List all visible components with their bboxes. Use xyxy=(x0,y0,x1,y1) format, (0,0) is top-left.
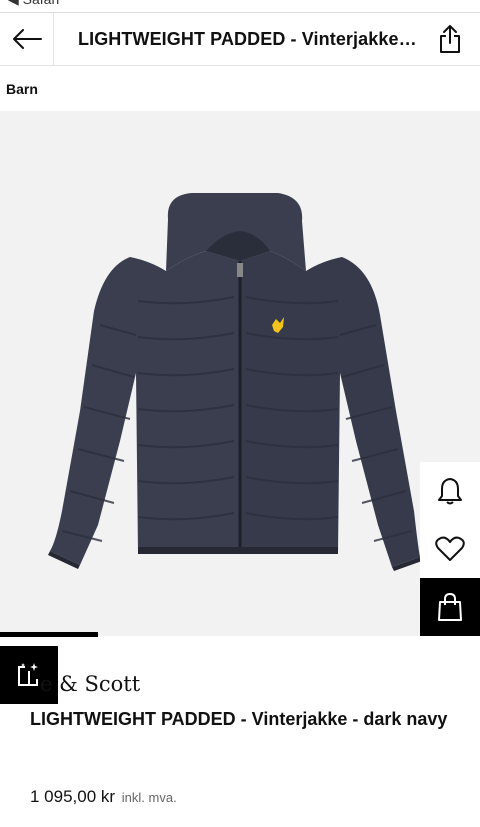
favorite-button[interactable] xyxy=(420,520,480,578)
notify-button[interactable] xyxy=(420,462,480,520)
page-title: LIGHTWEIGHT PADDED - Vinterjakke - dark … xyxy=(78,28,420,49)
compare-icon xyxy=(18,663,38,686)
back-to-safari[interactable]: ◀ Safari xyxy=(8,0,59,8)
product-name: LIGHTWEIGHT PADDED - Vinterjakke - dark … xyxy=(30,709,448,729)
price-vat-note: inkl. mva. xyxy=(121,790,177,805)
side-actions xyxy=(420,462,480,636)
gallery-progress-bar xyxy=(0,632,98,637)
heart-icon xyxy=(435,536,465,561)
arrow-left-icon xyxy=(12,29,42,49)
price-value: 1 095,00 kr xyxy=(30,787,116,806)
back-button[interactable] xyxy=(0,12,54,66)
product-image[interactable] xyxy=(0,111,480,636)
bell-icon xyxy=(438,478,462,505)
shopping-bag-icon xyxy=(438,592,462,621)
add-to-bag-button[interactable] xyxy=(420,578,480,636)
breadcrumb[interactable]: Barn xyxy=(6,81,38,97)
product-price: 1 095,00 kr inkl. mva. xyxy=(30,787,177,807)
brand-name[interactable]: e & Scott xyxy=(40,672,140,696)
share-icon xyxy=(440,25,460,53)
status-bar: ◀ Safari xyxy=(0,0,480,12)
share-button[interactable] xyxy=(420,13,480,66)
jacket-image xyxy=(48,193,422,571)
top-bar: LIGHTWEIGHT PADDED - Vinterjakke - dark … xyxy=(0,12,480,66)
